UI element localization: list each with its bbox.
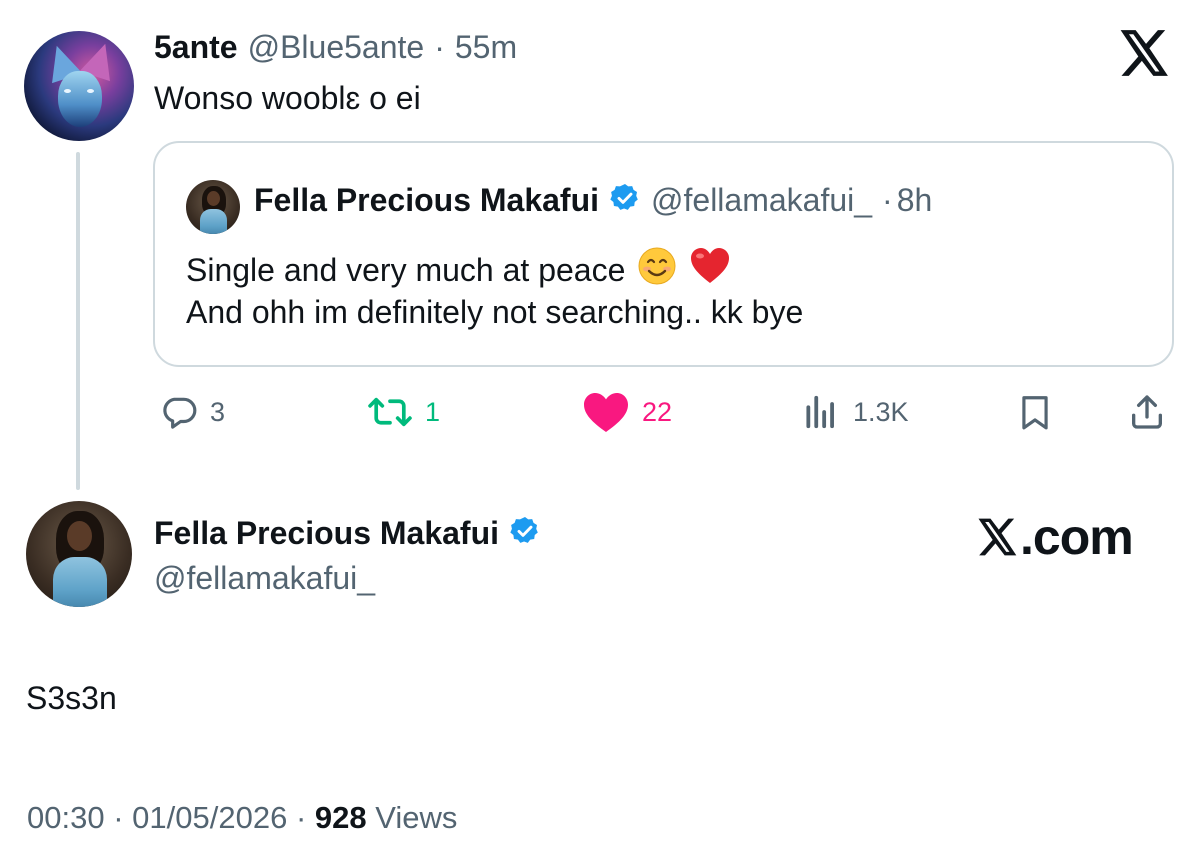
like-action[interactable]: 22 <box>582 392 672 432</box>
avatar-face <box>207 191 220 206</box>
bookmark-button[interactable] <box>1016 392 1054 432</box>
avatar-wolf-eye <box>87 89 94 93</box>
avatar-dress <box>53 557 107 607</box>
reply-icon <box>160 393 198 431</box>
post-time[interactable]: 00:30 <box>27 800 105 835</box>
quoted-tweet-header: Fella Precious Makafui @fellamakafui_ · … <box>254 182 932 219</box>
reply-count: 3 <box>210 396 226 427</box>
repost-icon <box>367 393 413 431</box>
thread-connector-line <box>76 152 80 490</box>
red-heart-emoji-icon <box>689 246 731 294</box>
quoted-tweet-line2: And ohh im definitely not searching.. kk… <box>186 294 804 330</box>
verified-badge-icon <box>609 182 641 219</box>
quoted-author-handle[interactable]: @fellamakafui_ <box>651 182 872 219</box>
views-action[interactable]: 1.3K <box>801 392 909 432</box>
repost-action[interactable]: 1 <box>367 392 440 432</box>
reply-author-handle[interactable]: @fellamakafui_ <box>154 560 375 597</box>
x-logo-icon[interactable] <box>1120 30 1170 81</box>
x-logo-icon <box>978 518 1017 556</box>
avatar-dress <box>200 209 227 234</box>
smiling-face-emoji-icon <box>637 246 677 294</box>
analytics-bar-icon <box>801 393 841 431</box>
views-label: Views <box>375 800 458 835</box>
quoted-author-name[interactable]: Fella Precious Makafui <box>254 182 599 219</box>
reply-action[interactable]: 3 <box>160 392 225 432</box>
share-button[interactable] <box>1127 392 1167 432</box>
bookmark-icon <box>1016 392 1054 432</box>
tweet-meta-footer: 00:30 · 01/05/2026 · 928 Views <box>27 800 457 836</box>
reply-author-name[interactable]: Fella Precious Makafui <box>154 515 499 552</box>
header-separator: · <box>434 29 445 65</box>
quoted-header-separator: · <box>882 182 893 218</box>
quoted-tweet-line1: Single and very much at peace <box>186 251 626 288</box>
like-count: 22 <box>642 396 673 427</box>
views-count: 1.3K <box>853 396 909 427</box>
avatar-wolf-eye <box>64 89 71 93</box>
author-avatar[interactable] <box>24 31 134 141</box>
tweet-header: 5ante @Blue5ante · 55m <box>154 29 517 66</box>
reply-author-avatar[interactable] <box>26 501 132 607</box>
tweet-time[interactable]: 55m <box>455 29 517 66</box>
footer-separator: · <box>113 800 124 835</box>
reply-text: S3s3n <box>26 680 117 716</box>
avatar-face <box>67 521 92 551</box>
quoted-author-avatar[interactable] <box>186 180 240 234</box>
quoted-tweet-line1-row: Single and very much at peace <box>186 246 731 294</box>
post-date[interactable]: 01/05/2026 <box>132 800 287 835</box>
quoted-tweet-time[interactable]: 8h <box>897 182 933 219</box>
reply-header: Fella Precious Makafui <box>154 515 541 552</box>
x-com-branding: .com <box>978 508 1134 566</box>
avatar-wolf-face <box>58 71 102 127</box>
repost-count: 1 <box>425 396 441 427</box>
footer-separator: · <box>295 800 307 835</box>
tweet-text: Wonso wooblɛ o ei <box>154 80 421 116</box>
author-name[interactable]: 5ante <box>154 29 238 66</box>
heart-filled-icon <box>582 391 630 433</box>
verified-badge-icon <box>509 515 541 552</box>
author-handle[interactable]: @Blue5ante <box>248 29 425 66</box>
x-com-text: .com <box>1020 509 1134 565</box>
share-icon <box>1127 392 1167 432</box>
views-total: 928 <box>314 800 367 835</box>
